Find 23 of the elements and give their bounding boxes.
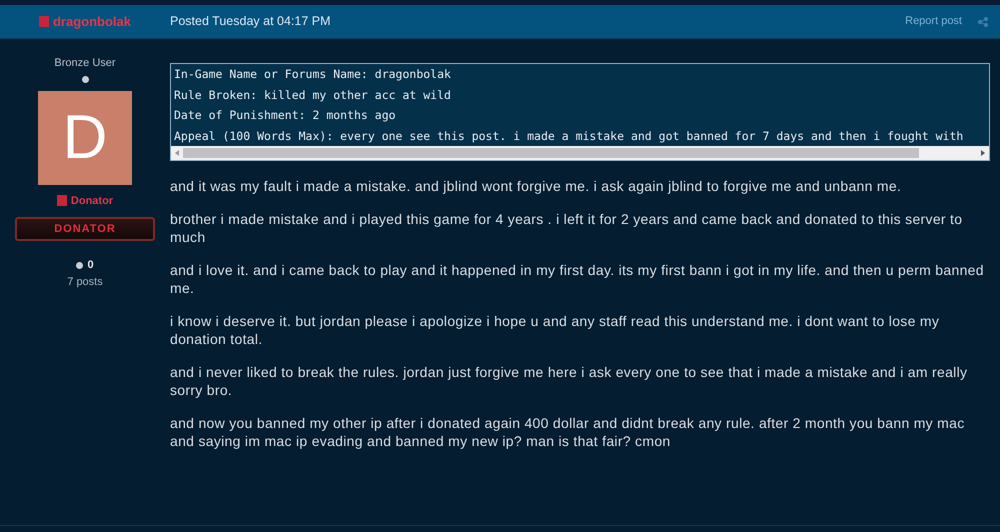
author-link[interactable]: dragonbolak [52, 12, 131, 32]
status-dot [82, 76, 88, 82]
avatar: D [38, 90, 132, 184]
post-paragraph: i know i deserve it. but jordan please i apologize i hope u and any staff read this understand me. i dont want to lose my donation total. [170, 312, 940, 348]
reputation-count: 0 [87, 258, 94, 273]
report-link[interactable]: Report post [905, 13, 962, 30]
post-paragraph: and now you banned my other ip after i donated again 400 dollar and didnt break any rule. after 2 month you bann my mac and saying im mac ip evading and banned my new ip? man is that fair? cmon [170, 414, 966, 450]
group-badge: DONATOR [15, 217, 155, 241]
code-line: Date of Punishment: 2 months ago [173, 107, 397, 124]
post-paragraph: brother i made mistake and i played this game for 4 years . i left it for 2 years and came back and donated to this server to much [170, 210, 964, 246]
post-paragraph: and it was my fault i made a mistake. and jblind wont forgive me. i ask again jblind to forgive me and unbann me. [170, 177, 902, 195]
code-line: In-Game Name or Forums Name: dragonbolak [173, 66, 452, 83]
post-paragraph: and i love it. and i came back to play and it happened in my first day. its my first bann i got in my life. and then u perm banned me. [170, 261, 985, 297]
reputation-icon [76, 262, 84, 269]
post-paragraph: and i never liked to break the rules. jordan just forgive me here i ask every one to see that i made a mistake and i am really sorry bro. [170, 363, 968, 399]
user-rank: Bronze User [54, 56, 116, 71]
user-group: Donator [70, 192, 114, 209]
code-line: Appeal (100 Words Max): every one see this post. i made a mistake and got banned for 7 days and then i fought with [173, 128, 964, 144]
post-date: Posted Tuesday at 04:17 PM [170, 13, 331, 30]
post-count: 7 posts [67, 274, 103, 290]
scrollbar[interactable] [171, 146, 989, 160]
share-icon[interactable] [978, 16, 988, 26]
code-line: Rule Broken: killed my other acc at wild [173, 86, 452, 104]
